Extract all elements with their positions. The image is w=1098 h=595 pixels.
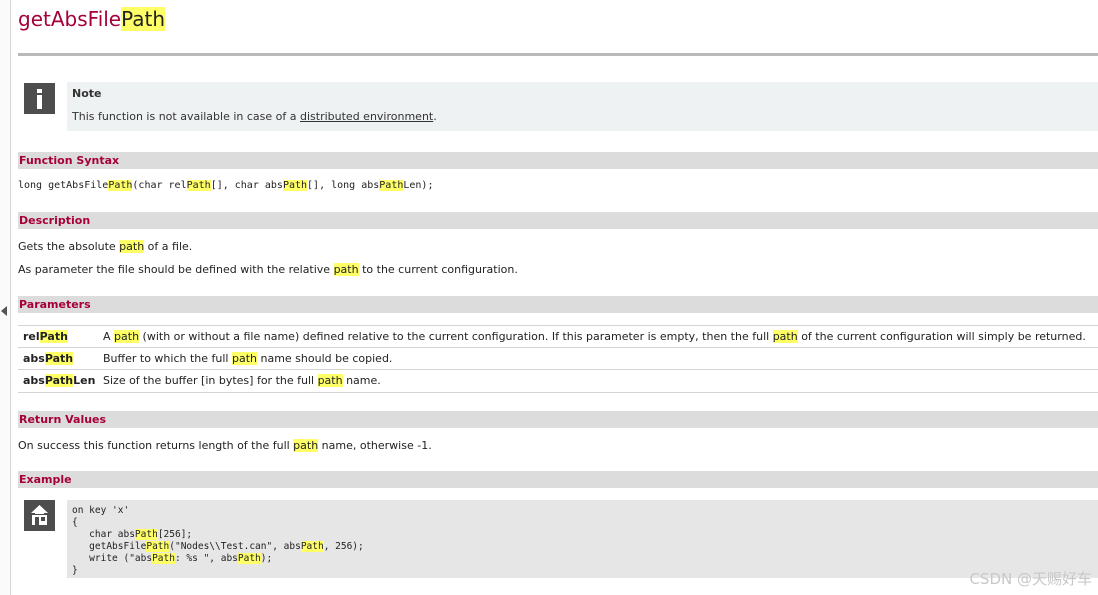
title-divider — [18, 53, 1098, 56]
table-row: relPath A path (with or without a file n… — [18, 325, 1098, 348]
collapse-arrow-icon[interactable] — [1, 306, 7, 316]
note-text: This function is not available in case o… — [72, 110, 437, 123]
param-description: A path (with or without a file name) def… — [103, 330, 1086, 343]
distributed-environment-link[interactable]: distributed environment — [300, 110, 433, 123]
section-return-values: Return Values — [18, 411, 1098, 428]
section-description: Description — [18, 212, 1098, 229]
param-description: Buffer to which the full path name shoul… — [103, 352, 393, 365]
return-values-text: On success this function returns length … — [18, 439, 432, 452]
note-box: Note This function is not available in c… — [22, 82, 1098, 131]
param-name: absPath — [23, 352, 74, 365]
param-description: Size of the buffer [in bytes] for the fu… — [103, 374, 381, 387]
example-code-panel: on key 'x' { char absPath[256]; getAbsFi… — [67, 500, 1098, 578]
title-highlight: Path — [121, 7, 166, 31]
param-name: absPathLen — [23, 374, 96, 387]
page-title: getAbsFilePath — [18, 6, 166, 32]
section-parameters: Parameters — [18, 296, 1098, 313]
description-line-1: Gets the absolute path of a file. — [18, 240, 193, 253]
section-example: Example — [18, 471, 1098, 488]
watermark: CSDN @天赐好车 — [969, 570, 1092, 588]
note-title: Note — [72, 87, 102, 100]
example-icon — [24, 500, 55, 531]
info-icon — [24, 83, 55, 114]
title-text: getAbsFile — [18, 7, 122, 31]
param-name: relPath — [23, 330, 68, 343]
left-collapse-rail[interactable] — [0, 0, 11, 595]
function-syntax-code: long getAbsFilePath(char relPath[], char… — [18, 180, 434, 191]
example-code: on key 'x' { char absPath[256]; getAbsFi… — [72, 505, 364, 576]
table-row: absPathLen Size of the buffer [in bytes]… — [18, 369, 1098, 393]
description-line-2: As parameter the file should be defined … — [18, 263, 518, 276]
note-panel: Note This function is not available in c… — [67, 82, 1098, 131]
table-row: absPath Buffer to which the full path na… — [18, 347, 1098, 370]
section-function-syntax: Function Syntax — [18, 152, 1098, 169]
